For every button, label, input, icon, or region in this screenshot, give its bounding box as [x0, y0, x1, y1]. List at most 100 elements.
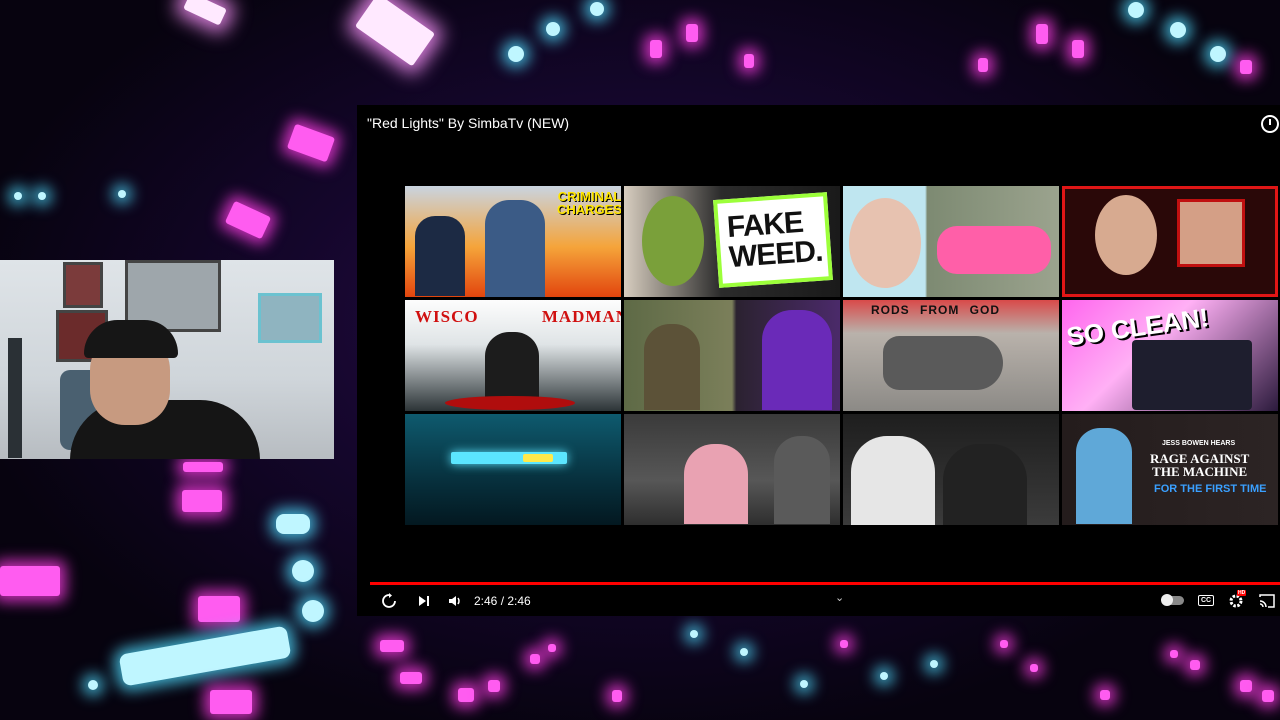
time-current: 2:46 [474, 594, 498, 608]
neon-light [530, 654, 540, 664]
end-screen-video[interactable] [624, 300, 840, 411]
thumbnail-caption: CRIMINAL CHARGES [557, 189, 621, 217]
neon-light [930, 660, 938, 668]
thumbnail-label-box: FAKE WEED. [713, 192, 833, 288]
captions-button[interactable]: CC [1198, 595, 1215, 606]
cast-button[interactable] [1259, 594, 1275, 608]
end-screen-video[interactable] [624, 414, 840, 525]
neon-light [978, 58, 988, 72]
end-screen-video[interactable]: FAKE WEED. [624, 186, 840, 297]
thumbnail-pc [1132, 340, 1252, 410]
replay-button[interactable] [381, 593, 397, 609]
end-screen-video[interactable]: RODS FROM GOD [843, 300, 1059, 411]
thumbnail-inset [1177, 199, 1245, 267]
thumbnail-blood [445, 396, 575, 410]
neon-light [612, 690, 622, 702]
neon-light [286, 123, 336, 163]
end-screen-video[interactable]: SO CLEAN! [1062, 300, 1278, 411]
video-player[interactable]: "Red Lights" By SimbaTv (NEW) CRIMINAL C… [357, 105, 1280, 616]
neon-light [1240, 60, 1252, 74]
neon-light [1240, 680, 1252, 692]
thumbnail-caption: RODS FROM GOD [871, 303, 1000, 317]
neon-light [1072, 40, 1084, 58]
autoplay-toggle[interactable] [1161, 594, 1184, 606]
neon-light [590, 2, 604, 16]
neon-light [224, 200, 272, 240]
neon-light [38, 192, 46, 200]
thumbnail-figure [851, 436, 935, 525]
thumbnail-rods [883, 336, 1003, 390]
time-separator: / [497, 594, 508, 608]
thumbnail-figure [684, 444, 748, 524]
time-display: 2:46 / 2:46 [474, 594, 531, 608]
thumbnail-figure [415, 216, 465, 296]
neon-light [210, 690, 252, 714]
end-screen-video[interactable] [843, 414, 1059, 525]
neon-light [744, 54, 754, 68]
speaker [8, 338, 22, 458]
neon-light [650, 40, 662, 58]
end-screen-video[interactable]: CRIMINAL CHARGES [405, 186, 621, 297]
thumbnail-figure [485, 332, 539, 406]
thumbnail-figure [644, 324, 700, 410]
neon-light [686, 24, 698, 42]
neon-light [690, 630, 698, 638]
neon-light [458, 688, 474, 702]
neon-light [88, 680, 98, 690]
neon-light [400, 672, 422, 684]
neon-light [1000, 640, 1008, 648]
neon-light [1128, 2, 1144, 18]
neon-light [292, 560, 314, 582]
hd-badge: HD [1237, 590, 1247, 596]
volume-button[interactable] [447, 593, 463, 609]
volume-icon [449, 596, 460, 606]
neon-light [1030, 664, 1038, 672]
thumbnail-figure [762, 310, 832, 410]
settings-button[interactable]: HD [1228, 590, 1247, 609]
neon-light [800, 680, 808, 688]
end-screen-video[interactable] [1062, 186, 1278, 297]
thumbnail-figure [1076, 428, 1132, 524]
skip-next-icon [419, 596, 429, 606]
next-button[interactable] [417, 593, 431, 609]
thumbnail-figure [943, 444, 1027, 525]
neon-light [118, 190, 126, 198]
neon-light [488, 680, 500, 692]
thumbnail-caption-small: JESS BOWEN HEARS [1162, 440, 1236, 447]
neon-light [546, 22, 560, 36]
cast-icon [1259, 594, 1275, 608]
replay-icon [382, 593, 396, 608]
thumbnail-figure [485, 200, 545, 297]
thumbnail-car [937, 226, 1051, 274]
neon-light [1036, 24, 1048, 44]
streamer-cap [84, 320, 178, 358]
neon-light [1170, 650, 1178, 658]
thumbnail-bud [642, 196, 704, 286]
thumbnail-face [849, 198, 921, 288]
neon-light [880, 672, 888, 680]
end-screen-video[interactable]: JESS BOWEN HEARS RAGE AGAINST THE MACHIN… [1062, 414, 1278, 525]
player-controls: 2:46 / 2:46 ⌄ CC HD [357, 585, 1280, 616]
thumbnail-caption: FAKE WEED. [725, 205, 824, 275]
end-screen-video[interactable]: WISCO MADMAN [405, 300, 621, 411]
video-title[interactable]: "Red Lights" By SimbaTv (NEW) [367, 115, 569, 131]
watch-later-icon[interactable] [1261, 115, 1279, 133]
thumbnail-figure [774, 436, 830, 524]
neon-light [508, 46, 524, 62]
thumbnail-caption-sub: FOR THE FIRST TIME [1154, 483, 1267, 495]
end-screen-video[interactable] [843, 186, 1059, 297]
neon-light [183, 0, 227, 26]
end-screen-video[interactable] [405, 414, 621, 525]
neon-light [1210, 46, 1226, 62]
neon-light [276, 514, 310, 534]
streamer [70, 320, 260, 459]
chevron-down-icon[interactable]: ⌄ [835, 591, 844, 604]
thumbnail-face [1095, 195, 1157, 275]
neon-light [0, 566, 60, 596]
neon-light [740, 648, 748, 656]
neon-light [380, 640, 404, 652]
neon-light [840, 640, 848, 648]
thumbnail-station-sign [523, 454, 553, 462]
neon-light [1262, 690, 1274, 702]
thumbnail-caption: WISCO MADMAN [415, 307, 621, 326]
